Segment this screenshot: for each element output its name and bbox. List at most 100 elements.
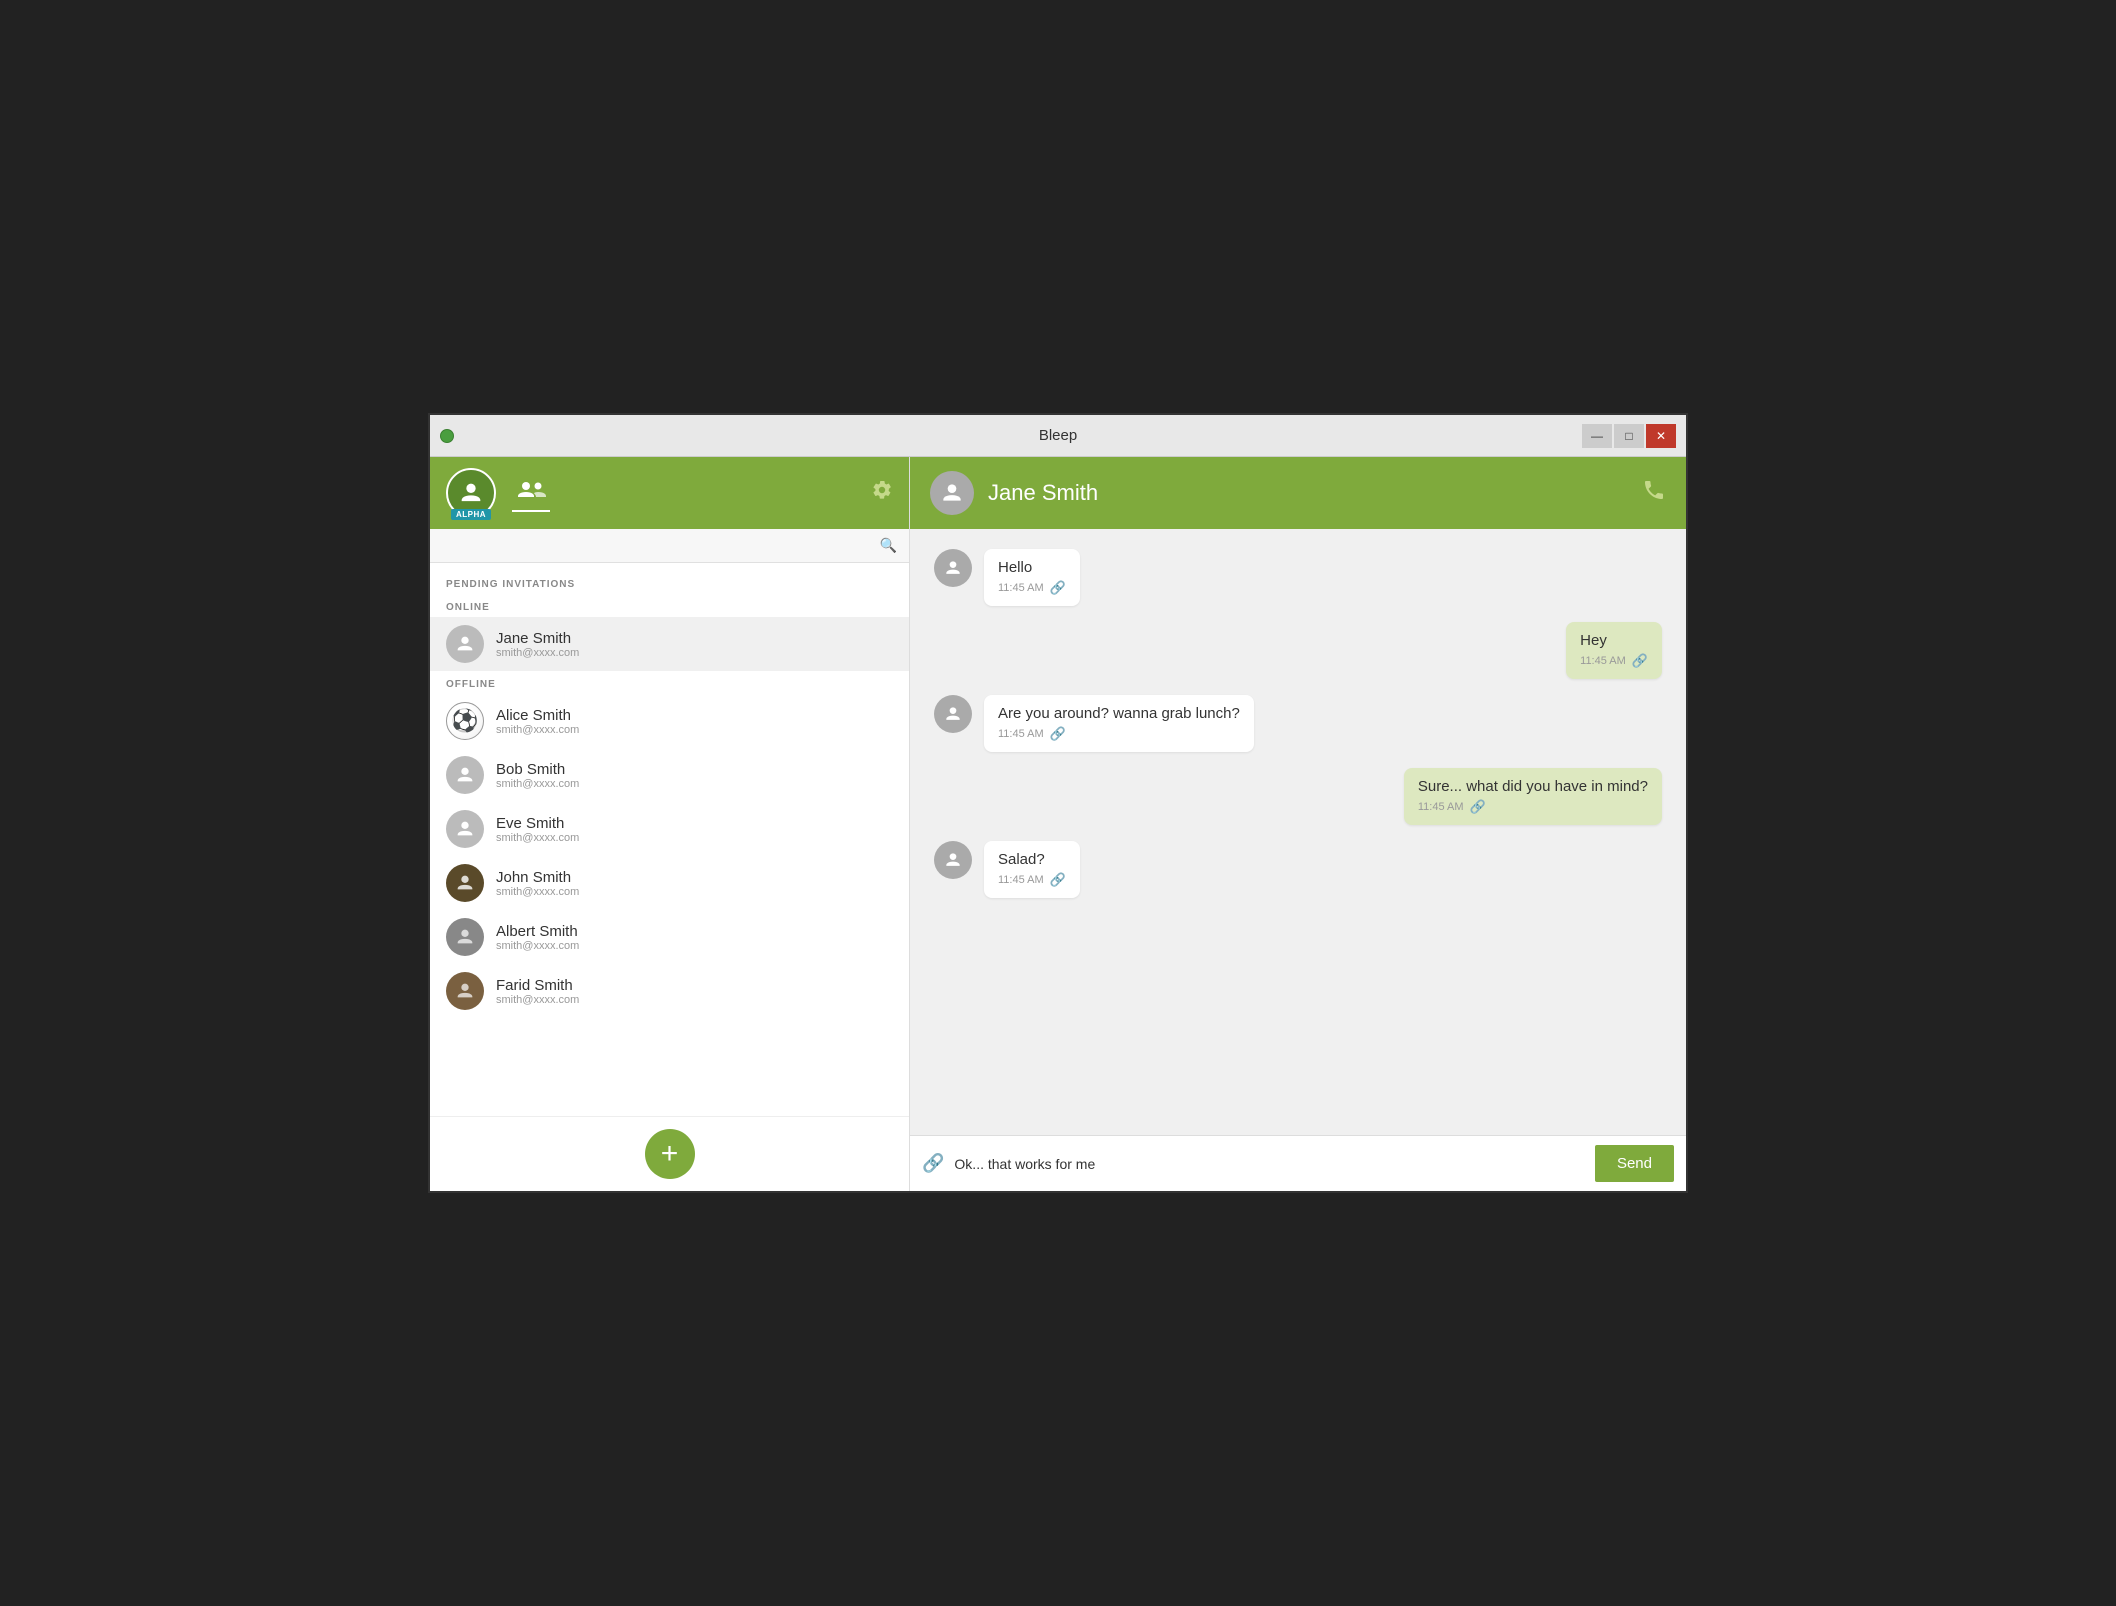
- contact-info-jane: Jane Smith smith@xxxx.com: [496, 630, 893, 659]
- sidebar: ALPHA �: [430, 457, 910, 1191]
- search-input[interactable]: [442, 538, 880, 553]
- contact-info-albert: Albert Smith smith@xxxx.com: [496, 923, 893, 952]
- contact-name-jane: Jane Smith: [496, 630, 893, 647]
- contact-email-jane: smith@xxxx.com: [496, 647, 893, 659]
- message-row-2: Hey 11:45 AM 🔗: [934, 622, 1662, 679]
- contact-email-alice: smith@xxxx.com: [496, 724, 893, 736]
- contact-name-john: John Smith: [496, 869, 893, 886]
- settings-icon[interactable]: [871, 479, 893, 507]
- title-bar: Bleep — □ ✕: [430, 415, 1686, 457]
- online-section-label: ONLINE: [430, 594, 909, 617]
- chat-header-name: Jane Smith: [988, 480, 1628, 506]
- link-icon-1: 🔗: [1050, 580, 1066, 596]
- message-bubble-4: Sure... what did you have in mind? 11:45…: [1404, 768, 1662, 825]
- contact-info-farid: Farid Smith smith@xxxx.com: [496, 977, 893, 1006]
- add-contact-button[interactable]: +: [645, 1129, 695, 1179]
- message-time-5: 11:45 AM: [998, 874, 1044, 886]
- title-bar-left: [440, 429, 454, 443]
- attach-icon[interactable]: 🔗: [922, 1153, 944, 1174]
- message-meta-3: 11:45 AM 🔗: [998, 726, 1240, 742]
- message-meta-1: 11:45 AM 🔗: [998, 580, 1066, 596]
- contact-info-eve: Eve Smith smith@xxxx.com: [496, 815, 893, 844]
- contact-email-farid: smith@xxxx.com: [496, 994, 893, 1006]
- contacts-icon[interactable]: [512, 474, 550, 512]
- chat-messages: Hello 11:45 AM 🔗 Hey 11:45 AM 🔗: [910, 529, 1686, 1135]
- link-icon-3: 🔗: [1050, 726, 1066, 742]
- message-text-1: Hello: [998, 559, 1066, 576]
- contact-name-alice: Alice Smith: [496, 707, 893, 724]
- message-avatar-3: [934, 695, 972, 733]
- traffic-light-green[interactable]: [440, 429, 454, 443]
- message-meta-4: 11:45 AM 🔗: [1418, 799, 1648, 815]
- message-row-5: Salad? 11:45 AM 🔗: [934, 841, 1662, 898]
- message-input[interactable]: [954, 1156, 1585, 1172]
- message-meta-5: 11:45 AM 🔗: [998, 872, 1066, 888]
- link-icon-5: 🔗: [1050, 872, 1066, 888]
- contact-avatar-bob: [446, 756, 484, 794]
- message-bubble-1: Hello 11:45 AM 🔗: [984, 549, 1080, 606]
- contact-name-bob: Bob Smith: [496, 761, 893, 778]
- contact-email-bob: smith@xxxx.com: [496, 778, 893, 790]
- phone-icon[interactable]: [1642, 478, 1666, 508]
- main-layout: ALPHA �: [430, 457, 1686, 1191]
- search-bar: 🔍: [430, 529, 909, 563]
- contact-item-alice[interactable]: Alice Smith smith@xxxx.com: [430, 694, 909, 748]
- message-text-4: Sure... what did you have in mind?: [1418, 778, 1648, 795]
- sidebar-footer: +: [430, 1116, 909, 1191]
- contact-name-eve: Eve Smith: [496, 815, 893, 832]
- title-bar-controls: — □ ✕: [1582, 424, 1676, 448]
- contacts-list: PENDING INVITATIONS ONLINE Jane Smith sm…: [430, 563, 909, 1116]
- contact-item-bob[interactable]: Bob Smith smith@xxxx.com: [430, 748, 909, 802]
- message-meta-2: 11:45 AM 🔗: [1580, 653, 1648, 669]
- chat-header: Jane Smith: [910, 457, 1686, 529]
- contact-email-eve: smith@xxxx.com: [496, 832, 893, 844]
- contact-item-jane[interactable]: Jane Smith smith@xxxx.com: [430, 617, 909, 671]
- maximize-button[interactable]: □: [1614, 424, 1644, 448]
- contact-item-albert[interactable]: Albert Smith smith@xxxx.com: [430, 910, 909, 964]
- message-row-1: Hello 11:45 AM 🔗: [934, 549, 1662, 606]
- message-text-3: Are you around? wanna grab lunch?: [998, 705, 1240, 722]
- message-text-5: Salad?: [998, 851, 1066, 868]
- contact-name-albert: Albert Smith: [496, 923, 893, 940]
- contact-name-farid: Farid Smith: [496, 977, 893, 994]
- contact-avatar-farid: [446, 972, 484, 1010]
- message-row-4: Sure... what did you have in mind? 11:45…: [934, 768, 1662, 825]
- send-button[interactable]: Send: [1595, 1145, 1674, 1182]
- contact-item-eve[interactable]: Eve Smith smith@xxxx.com: [430, 802, 909, 856]
- contact-avatar-albert: [446, 918, 484, 956]
- offline-section-label: OFFLINE: [430, 671, 909, 694]
- chat-header-avatar: [930, 471, 974, 515]
- message-bubble-3: Are you around? wanna grab lunch? 11:45 …: [984, 695, 1254, 752]
- minimize-button[interactable]: —: [1582, 424, 1612, 448]
- alpha-badge: ALPHA: [451, 509, 491, 520]
- contact-info-john: John Smith smith@xxxx.com: [496, 869, 893, 898]
- chat-area: Jane Smith: [910, 457, 1686, 1191]
- contact-info-bob: Bob Smith smith@xxxx.com: [496, 761, 893, 790]
- message-bubble-5: Salad? 11:45 AM 🔗: [984, 841, 1080, 898]
- contact-email-john: smith@xxxx.com: [496, 886, 893, 898]
- search-icon: 🔍: [880, 537, 897, 554]
- contact-info-alice: Alice Smith smith@xxxx.com: [496, 707, 893, 736]
- contact-email-albert: smith@xxxx.com: [496, 940, 893, 952]
- pending-section-label: PENDING INVITATIONS: [430, 571, 909, 594]
- app-window: Bleep — □ ✕ ALPHA: [428, 413, 1688, 1193]
- contact-item-john[interactable]: John Smith smith@xxxx.com: [430, 856, 909, 910]
- app-title: Bleep: [1039, 427, 1077, 444]
- message-row-3: Are you around? wanna grab lunch? 11:45 …: [934, 695, 1662, 752]
- user-avatar-container[interactable]: ALPHA: [446, 468, 496, 518]
- message-avatar-5: [934, 841, 972, 879]
- chat-input-area: 🔗 Send: [910, 1135, 1686, 1191]
- message-time-3: 11:45 AM: [998, 728, 1044, 740]
- contact-avatar-alice: [446, 702, 484, 740]
- link-icon-4: 🔗: [1470, 799, 1486, 815]
- message-bubble-2: Hey 11:45 AM 🔗: [1566, 622, 1662, 679]
- message-avatar-1: [934, 549, 972, 587]
- contact-item-farid[interactable]: Farid Smith smith@xxxx.com: [430, 964, 909, 1018]
- contact-avatar-john: [446, 864, 484, 902]
- message-time-2: 11:45 AM: [1580, 655, 1626, 667]
- plus-icon: +: [661, 1139, 679, 1169]
- close-button[interactable]: ✕: [1646, 424, 1676, 448]
- contact-avatar-jane: [446, 625, 484, 663]
- message-time-1: 11:45 AM: [998, 582, 1044, 594]
- message-text-2: Hey: [1580, 632, 1648, 649]
